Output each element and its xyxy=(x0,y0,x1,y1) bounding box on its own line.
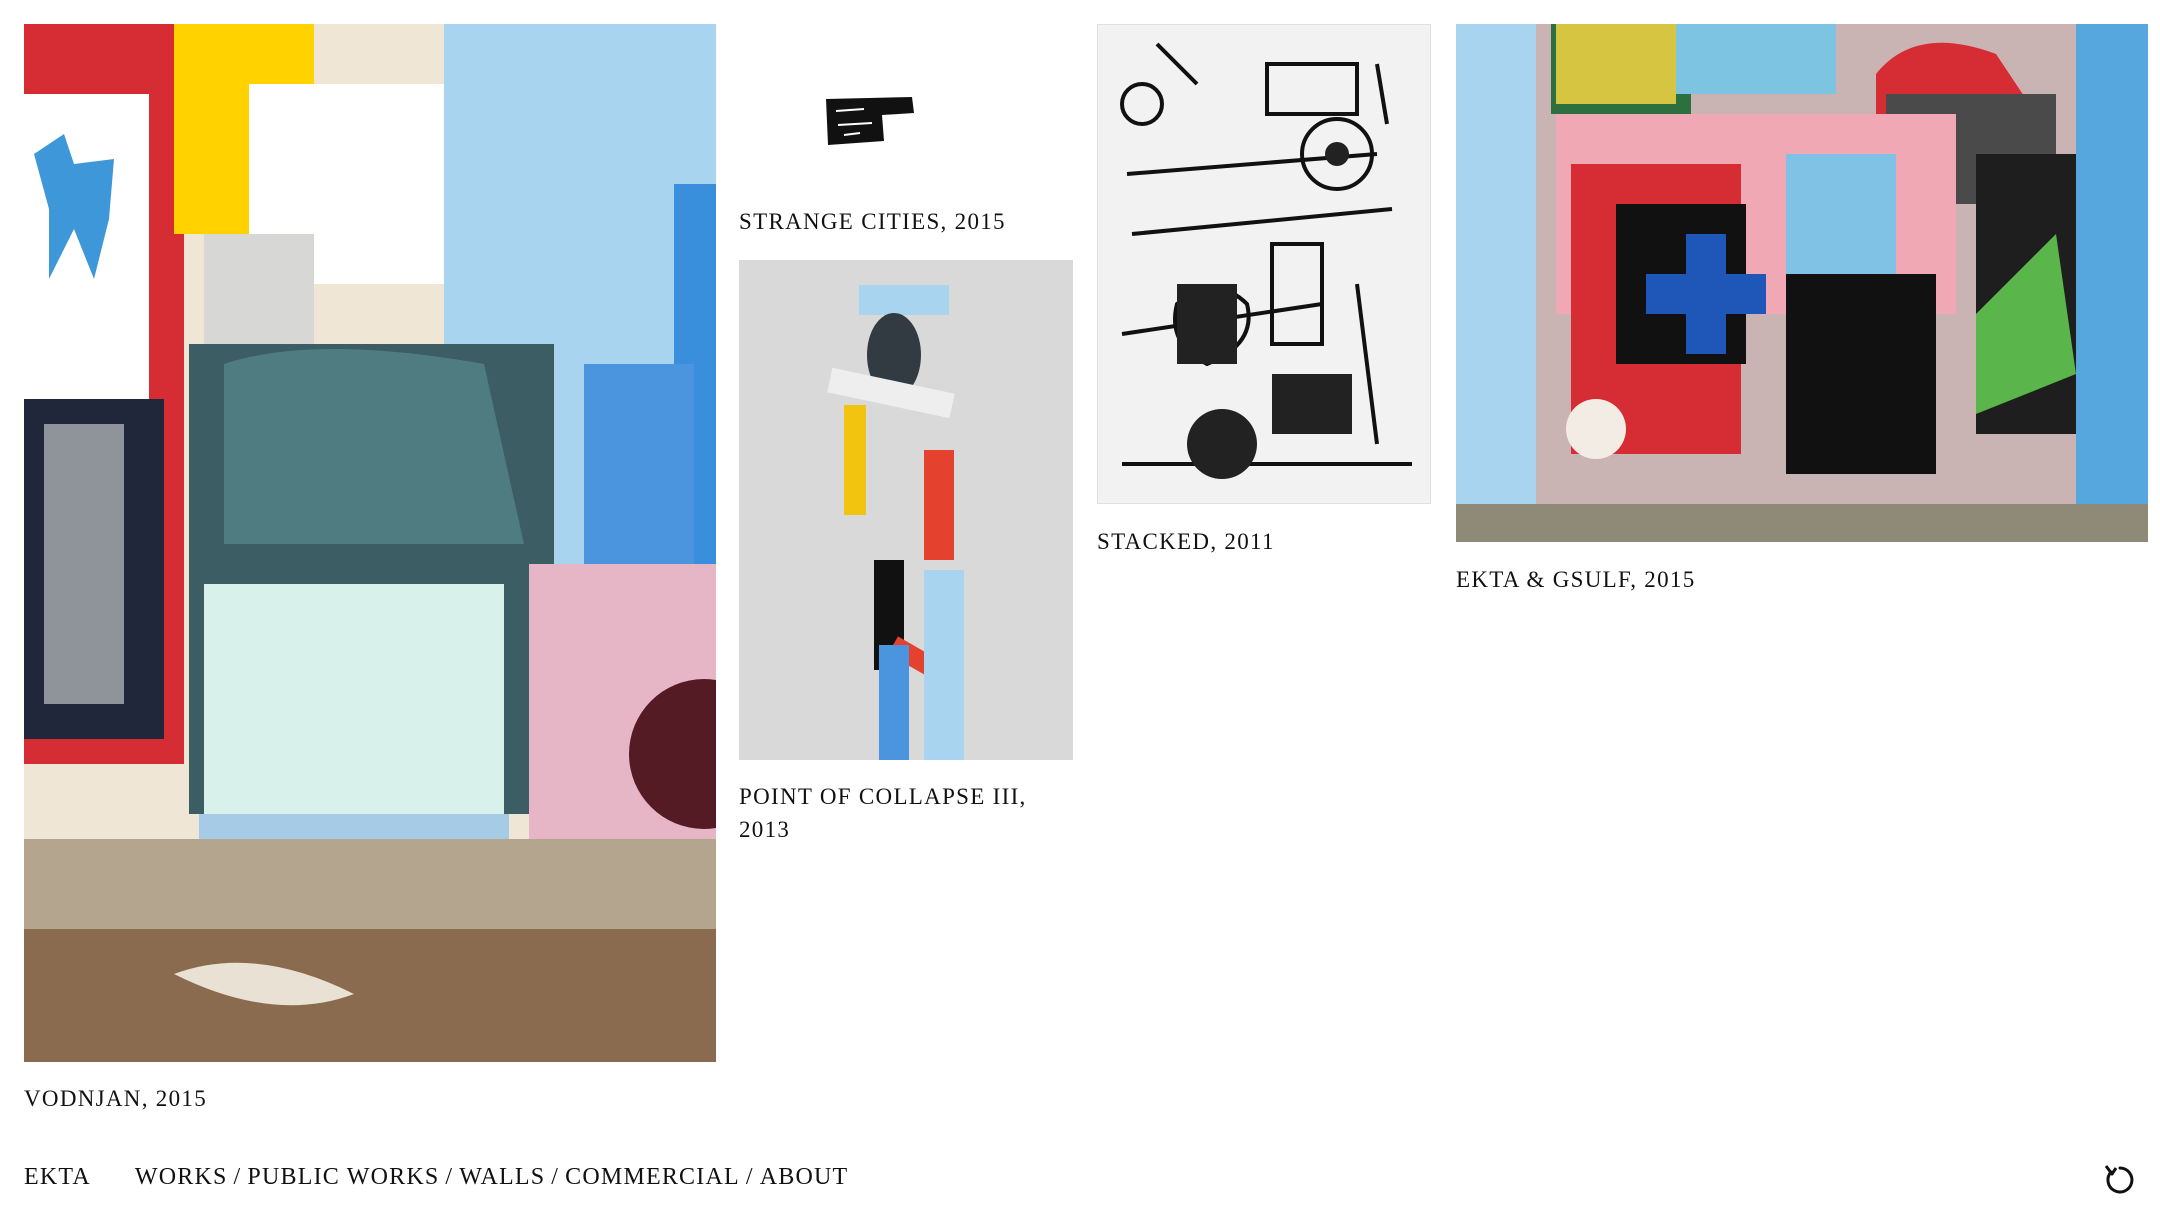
brand-logo-link[interactable]: EKTA xyxy=(24,1164,91,1191)
work-image-strange-cities[interactable] xyxy=(824,95,916,147)
work-image-stacked[interactable] xyxy=(1097,24,1431,504)
nav-public-works[interactable]: PUBLIC WORKS xyxy=(247,1164,439,1190)
nav-separator: / xyxy=(551,1164,560,1190)
caption-stacked[interactable]: STACKED, 2011 xyxy=(1097,525,1275,558)
footer-bar: EKTA WORKS / PUBLIC WORKS / WALLS / COMMERCIAL… xyxy=(24,1164,848,1191)
reload-icon[interactable] xyxy=(2102,1162,2138,1198)
caption-strange-cities[interactable]: STRANGE CITIES, 2015 xyxy=(739,205,1006,238)
nav-separator: / xyxy=(233,1164,242,1190)
caption-vodnjan[interactable]: VODNJAN, 2015 xyxy=(24,1082,207,1115)
nav-about[interactable]: ABOUT xyxy=(760,1164,849,1190)
nav-walls[interactable]: WALLS xyxy=(459,1164,545,1190)
nav-works[interactable]: WORKS xyxy=(135,1164,228,1190)
nav-separator: / xyxy=(445,1164,454,1190)
caption-ekta-gsulf[interactable]: EKTA & GSULF, 2015 xyxy=(1456,563,1696,596)
caption-point-of-collapse[interactable]: POINT OF COLLAPSE III, 2013 xyxy=(739,780,1059,846)
work-image-point-of-collapse[interactable] xyxy=(739,260,1073,760)
main-nav: WORKS / PUBLIC WORKS / WALLS / COMMERCIAL / ABOU… xyxy=(135,1164,849,1191)
nav-commercial[interactable]: COMMERCIAL xyxy=(565,1164,740,1190)
work-image-vodnjan[interactable] xyxy=(24,24,716,1062)
nav-separator: / xyxy=(745,1164,754,1190)
work-image-ekta-gsulf[interactable] xyxy=(1456,24,2148,542)
